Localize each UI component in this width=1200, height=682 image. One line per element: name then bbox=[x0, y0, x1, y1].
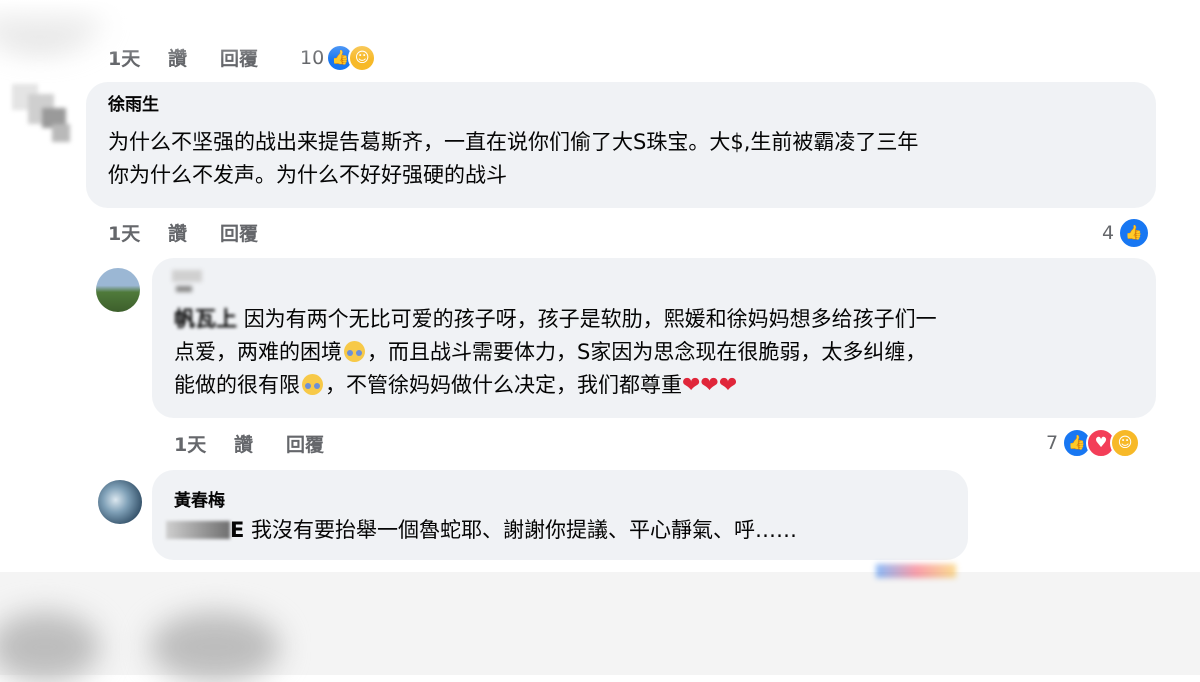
cut-off-reaction-row bbox=[876, 564, 956, 578]
reaction-count: 10 bbox=[300, 47, 325, 69]
mention-link[interactable]: E bbox=[166, 514, 244, 547]
comment-text-line: 我沒有要抬舉一個魯蛇耶、謝謝你提議、平心靜氣、呼…… bbox=[251, 518, 798, 542]
comment-bubble: 黃春梅 E 我沒有要抬舉一個魯蛇耶、謝謝你提議、平心靜氣、呼…… bbox=[152, 470, 968, 560]
comment-text-line: 你为什么不发声。为什么不好好强硬的战斗 bbox=[108, 163, 507, 187]
like-link[interactable]: 讚 bbox=[168, 44, 220, 71]
reaction-summary[interactable]: 4 👍 bbox=[1102, 217, 1151, 249]
comment-text: E 我沒有要抬舉一個魯蛇耶、謝謝你提議、平心靜氣、呼…… bbox=[166, 514, 966, 547]
reply-link[interactable]: 回覆 bbox=[220, 44, 258, 71]
bottom-fade bbox=[0, 564, 1200, 682]
comment-text: 为什么不坚强的战出来提告葛斯齐，一直在说你们偷了大S珠宝。大$,生前被霸凌了三年… bbox=[108, 126, 1148, 192]
comment-author[interactable]: 徐雨生 bbox=[108, 90, 159, 115]
reply-link[interactable]: 回覆 bbox=[286, 430, 324, 457]
reaction-summary[interactable]: 7 👍 ♥ ☺ bbox=[1046, 428, 1141, 458]
like-link[interactable]: 讚 bbox=[168, 219, 220, 246]
blurred-blob bbox=[0, 612, 100, 682]
comment-text-line: 因为有两个无比可爱的孩子呀，孩子是软肋，熙媛和徐妈妈想多给孩子们一 bbox=[243, 307, 937, 331]
comment-actions: 1天 讚 回覆 bbox=[174, 430, 324, 457]
blurred-corner bbox=[0, 0, 100, 50]
comment-text-line: ，而且战斗需要体力，S家因为思念现在很脆弱，太多纠缠， bbox=[367, 340, 927, 364]
comment-time[interactable]: 1天 bbox=[108, 219, 168, 246]
like-link[interactable]: 讚 bbox=[234, 430, 286, 457]
comment-actions: 1天 讚 回覆 bbox=[108, 219, 258, 246]
heart-icon: ❤❤❤ bbox=[682, 373, 738, 398]
pleading-face-icon bbox=[344, 341, 365, 362]
mention-link[interactable]: 帆瓦上 bbox=[174, 307, 237, 331]
comment-time[interactable]: 1天 bbox=[108, 44, 168, 71]
comment-bubble: 帆瓦上 因为有两个无比可爱的孩子呀，孩子是软肋，熙媛和徐妈妈想多给孩子们一 点爱… bbox=[152, 258, 1156, 418]
comment-text: 帆瓦上 因为有两个无比可爱的孩子呀，孩子是软肋，熙媛和徐妈妈想多给孩子们一 点爱… bbox=[174, 303, 1154, 402]
blurred-blob bbox=[150, 612, 280, 682]
comment-bubble: 徐雨生 为什么不坚强的战出来提告葛斯齐，一直在说你们偷了大S珠宝。大$,生前被霸… bbox=[86, 82, 1156, 208]
avatar[interactable] bbox=[98, 480, 142, 524]
reaction-count: 7 bbox=[1046, 432, 1059, 454]
reaction-count: 4 bbox=[1102, 222, 1115, 244]
comment-actions: 1天 讚 回覆 bbox=[108, 44, 258, 71]
care-icon: ☺ bbox=[348, 44, 377, 72]
comment-author[interactable]: 黃春梅 bbox=[174, 486, 225, 511]
avatar[interactable] bbox=[12, 84, 72, 144]
like-icon: 👍 bbox=[1118, 217, 1151, 249]
reply-link[interactable]: 回覆 bbox=[220, 219, 258, 246]
comment-text-line: 能做的很有限 bbox=[174, 373, 300, 397]
reaction-summary[interactable]: 10 👍 ☺ bbox=[300, 44, 377, 72]
comment-text-line: ，不管徐妈妈做什么决定，我们都尊重 bbox=[325, 373, 682, 397]
care-icon: ☺ bbox=[1110, 428, 1141, 458]
blurred-mention bbox=[166, 521, 230, 539]
pleading-face-icon bbox=[302, 374, 323, 395]
comment-text-line: 为什么不坚强的战出来提告葛斯齐，一直在说你们偷了大S珠宝。大$,生前被霸凌了三年 bbox=[108, 130, 919, 154]
avatar[interactable] bbox=[96, 268, 140, 312]
comment-text-line: 点爱，两难的困境 bbox=[174, 340, 342, 364]
comment-time[interactable]: 1天 bbox=[174, 430, 234, 457]
blurred-author[interactable] bbox=[172, 270, 202, 296]
